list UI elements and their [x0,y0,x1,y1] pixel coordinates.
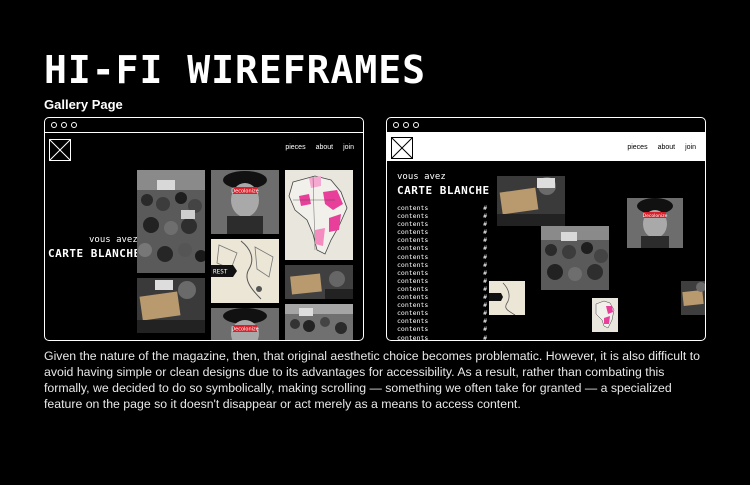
browser-title-bar [45,118,363,133]
hash-marker: # [483,276,487,285]
hash-marker: # [483,293,487,302]
contents-row[interactable]: contents # [397,301,487,309]
contents-row[interactable]: contents # [397,269,487,277]
window-dot [71,122,77,128]
crowd-street-photo[interactable] [285,304,353,340]
decolonize-portrait-photo[interactable]: Decolonize [211,170,279,234]
protest-sign-photo-2[interactable] [285,265,353,299]
contents-row[interactable]: contents # [397,293,487,301]
hash-marker: # [483,333,487,341]
contents-label: contents [397,228,429,237]
hash-marker: # [483,260,487,269]
page-heading: HI-FI WIREFRAMES [44,48,427,92]
contents-label: contents [397,276,429,285]
decolonize-portrait-photo[interactable]: Decolonize [627,198,683,248]
hash-marker: # [483,220,487,229]
window-dot [413,122,419,128]
window-dot [393,122,399,128]
contents-label: contents [397,268,429,277]
contents-label: contents [397,236,429,245]
contents-label: contents [397,220,429,229]
hash-marker: # [483,301,487,310]
contents-row[interactable]: contents # [397,228,487,236]
vous-avez-label: vous avez [397,172,446,182]
decolonize-stamp: Decolonize [643,213,668,219]
carte-blanche-title: CARTE BLANCHE [397,184,490,197]
contents-label: contents [397,284,429,293]
logo-placeholder-icon[interactable] [48,138,72,162]
protest-crowd-photo[interactable] [541,226,609,290]
protest-sign-photo-edge[interactable] [681,281,705,315]
hash-marker: # [483,212,487,221]
window-dot [61,122,67,128]
africa-map-small[interactable] [592,298,618,332]
contents-row[interactable]: contents # [397,253,487,261]
contents-label: contents [397,260,429,269]
nav-about[interactable]: about [316,144,334,151]
contents-row[interactable]: contents # [397,236,487,244]
protest-sign-photo[interactable] [497,176,565,226]
contents-label: contents [397,301,429,310]
contents-row[interactable]: contents # [397,285,487,293]
rest-map-sketch[interactable]: REST [211,239,279,303]
contents-row[interactable]: contents # [397,220,487,228]
hash-marker: # [483,204,487,212]
contents-list: contents # contents # contents # contents # cont… [397,204,487,341]
rest-text: REST [213,269,228,276]
window-dot [51,122,57,128]
contents-label: contents [397,317,429,326]
hash-marker: # [483,309,487,318]
contents-row[interactable]: contents # [397,277,487,285]
hash-marker: # [483,228,487,237]
contents-label: contents [397,244,429,253]
description-paragraph: Given the nature of the magazine, then, … [44,349,700,411]
contents-row[interactable]: contents # [397,244,487,252]
nav-pieces[interactable]: pieces [627,144,647,151]
contents-row[interactable]: contents # [397,333,487,341]
hash-marker: # [483,325,487,334]
nav-about[interactable]: about [658,144,676,151]
contents-label: contents [397,325,429,334]
contents-label: contents [397,309,429,318]
protest-sign-photo[interactable] [137,278,205,333]
map-sketch[interactable] [489,281,525,315]
top-nav: pieces about join [285,144,354,151]
gallery-wireframe-dark: pieces about join vous avez CARTE BLANCH… [44,117,364,341]
carte-blanche-title: CARTE BLANCHE [48,247,141,260]
protest-crowd-photo[interactable] [137,170,205,273]
contents-row[interactable]: contents # [397,325,487,333]
browser-title-bar [387,118,705,133]
contents-label: contents [397,333,429,341]
top-nav: pieces about join [627,144,696,151]
decolonize-stamp-2: Decolonize [231,327,258,333]
decolonize-stamp: Decolonize [231,189,258,195]
nav-join[interactable]: join [685,144,696,151]
africa-map[interactable] [285,170,353,260]
hash-marker: # [483,236,487,245]
logo-placeholder-icon[interactable] [390,136,414,160]
section-subheading: Gallery Page [44,97,123,112]
contents-row[interactable]: contents # [397,212,487,220]
gallery-wireframe-light-header: pieces about join vous avez CARTE BLANCH… [386,117,706,341]
contents-label: contents [397,252,429,261]
nav-pieces[interactable]: pieces [285,144,305,151]
nav-join[interactable]: join [343,144,354,151]
hash-marker: # [483,252,487,261]
hash-marker: # [483,317,487,326]
contents-label: contents [397,204,429,212]
vous-avez-label: vous avez [89,235,138,245]
contents-row[interactable]: contents # [397,309,487,317]
decolonize-portrait-photo-2[interactable]: Decolonize [211,308,279,340]
hash-marker: # [483,244,487,253]
window-dot [403,122,409,128]
contents-row[interactable]: contents # [397,317,487,325]
contents-row[interactable]: contents # [397,204,487,212]
hash-marker: # [483,268,487,277]
contents-label: contents [397,212,429,221]
hash-marker: # [483,284,487,293]
contents-row[interactable]: contents # [397,261,487,269]
contents-label: contents [397,293,429,302]
